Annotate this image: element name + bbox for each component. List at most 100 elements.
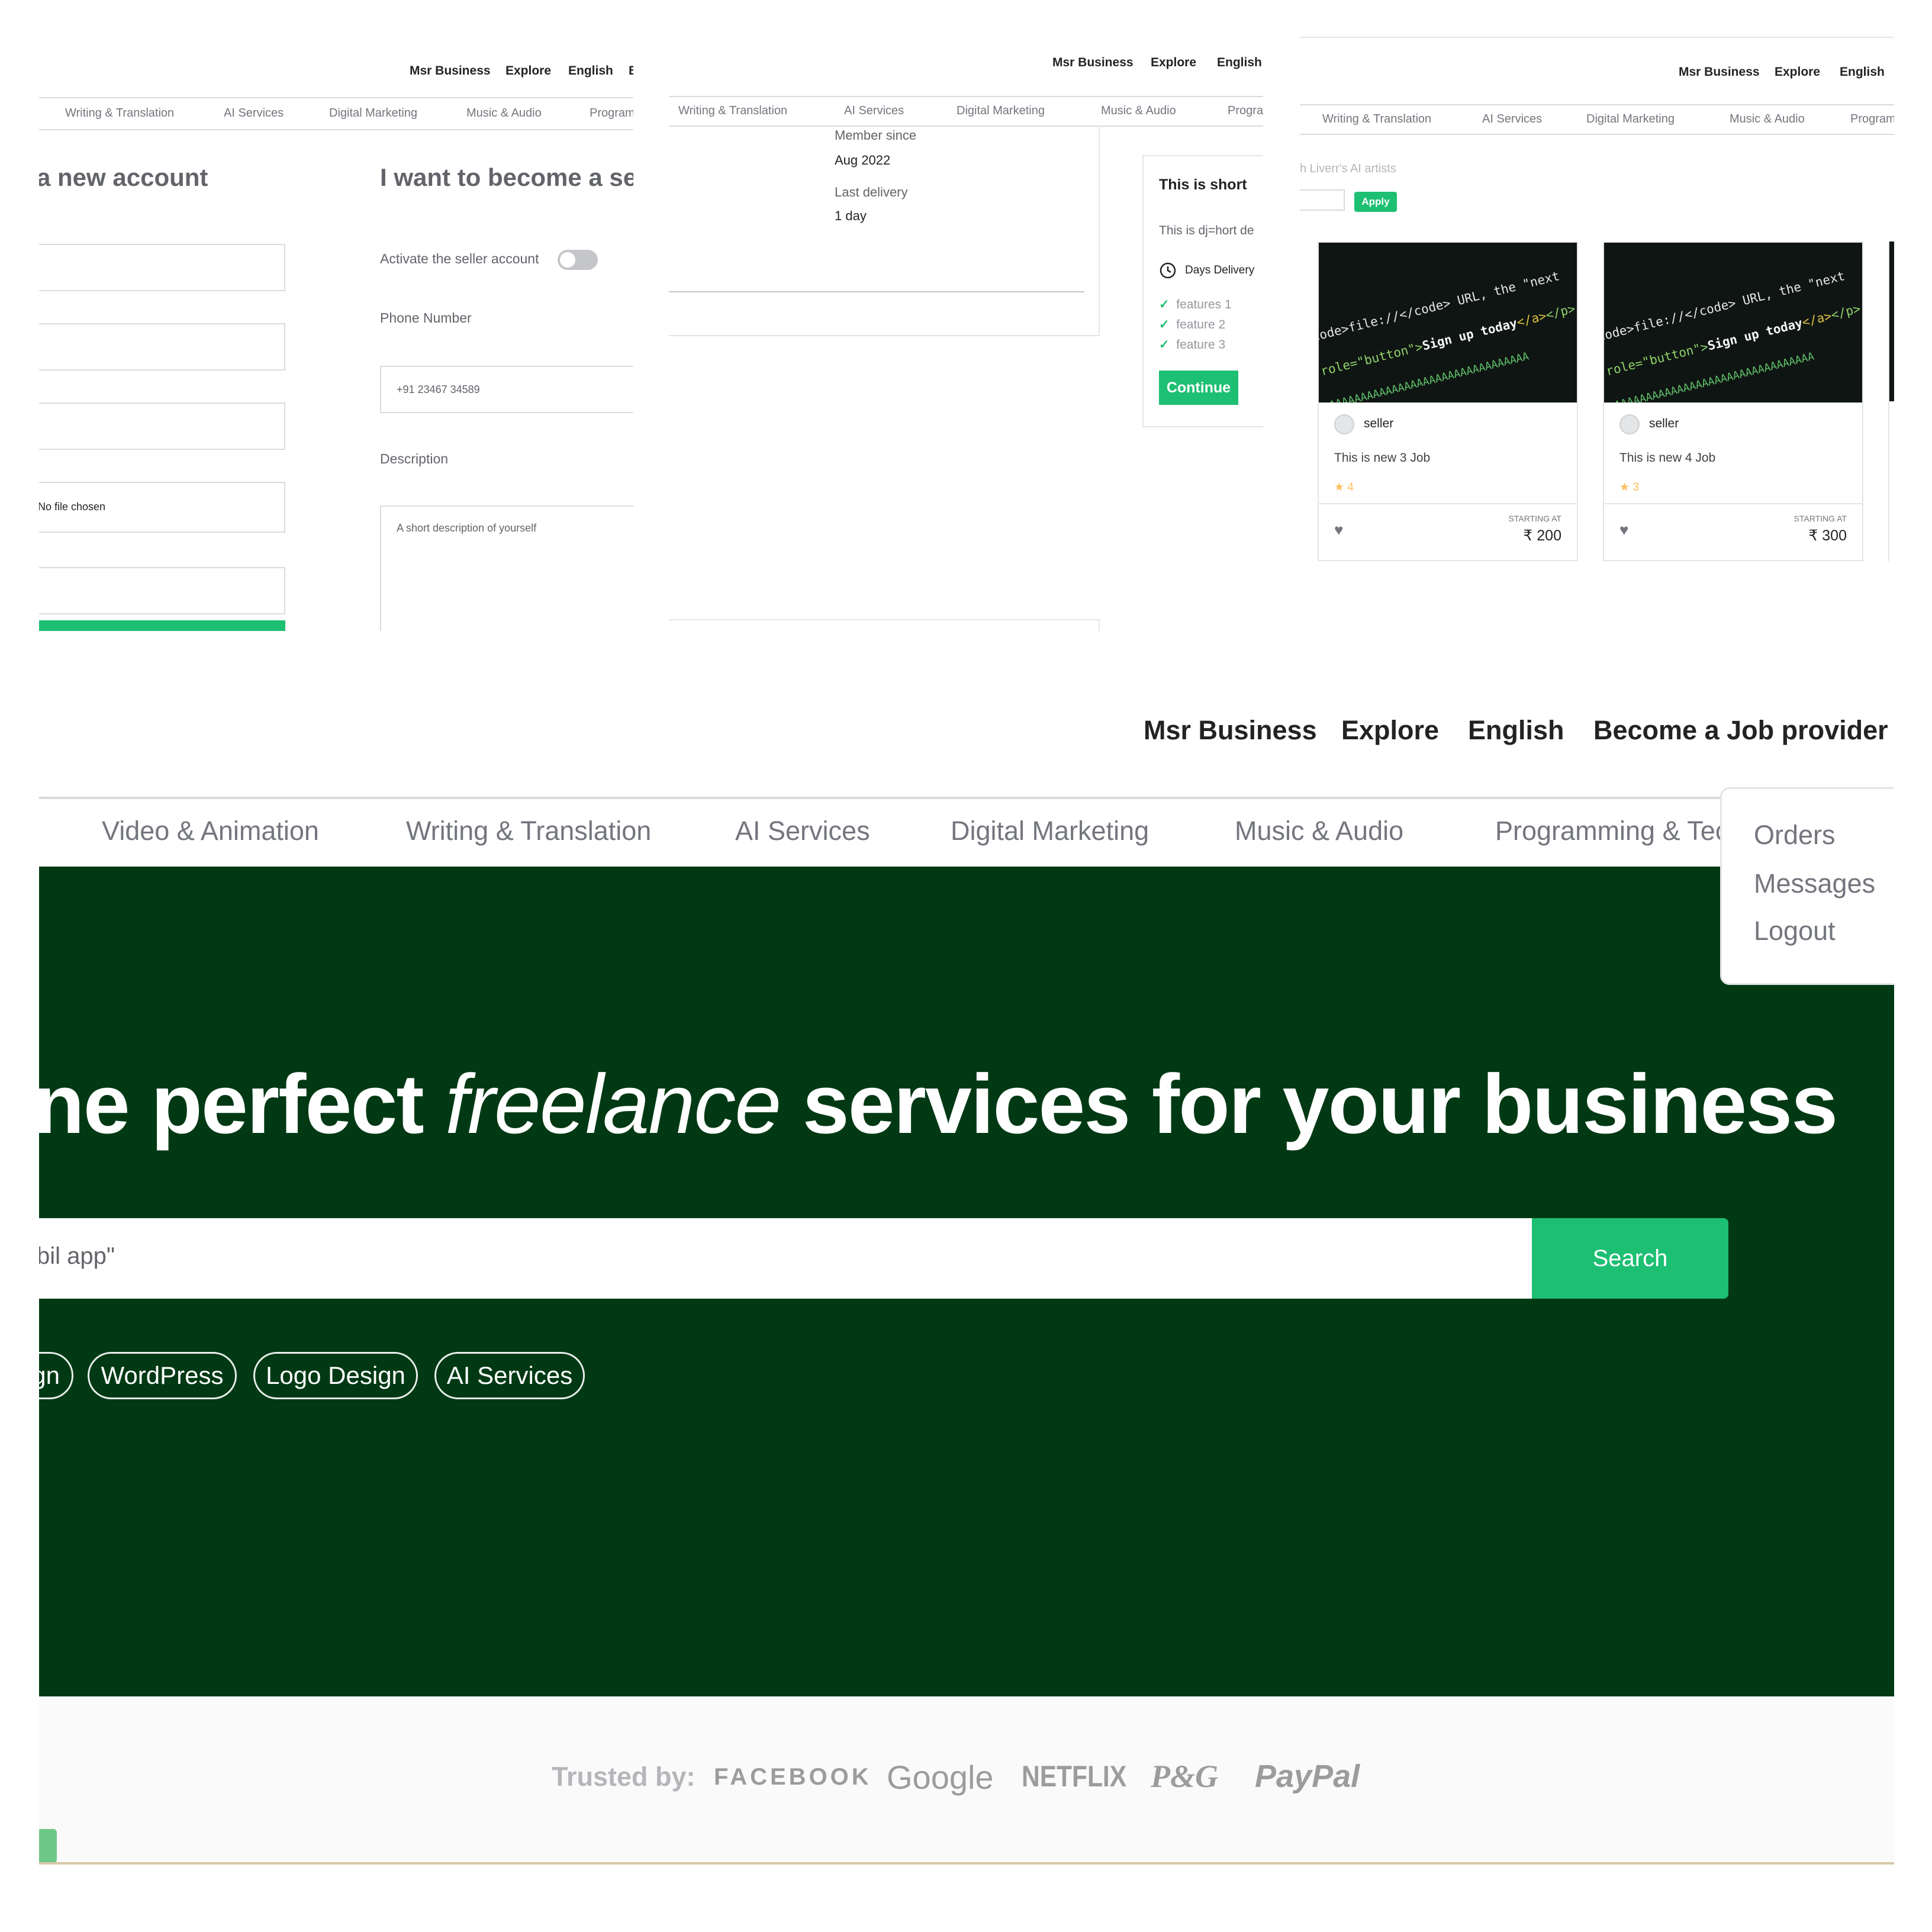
check-icon: ✓ — [1159, 338, 1170, 352]
popular-tag[interactable]: WordPress — [88, 1352, 237, 1399]
nav-language-link[interactable]: English — [1468, 715, 1564, 746]
nav-become-provider-link[interactable]: Become a Job provider — [1593, 715, 1888, 746]
category-bar: Writing & Translation AI Services Digita… — [1300, 104, 1894, 135]
activate-seller-label: Activate the seller account — [380, 251, 539, 266]
nav-become-provider-link[interactable]: B — [629, 64, 633, 78]
hero-section: ne perfect freelance services for your b… — [39, 867, 1894, 1696]
feature-item: ✓ feature 3 — [1159, 338, 1226, 352]
search-input[interactable]: bil app" — [39, 1218, 1532, 1299]
hero-title: ne perfect freelance services for your b… — [39, 1057, 1838, 1151]
reviews-box-top — [669, 619, 1100, 631]
gig-title[interactable]: This is new 3 Job — [1334, 451, 1430, 465]
email-input[interactable] — [39, 323, 285, 371]
nav-business-link[interactable]: Msr Business — [1052, 56, 1134, 70]
username-input[interactable] — [39, 244, 285, 291]
check-icon: ✓ — [1159, 298, 1170, 311]
category-ai[interactable]: AI Services — [1482, 112, 1542, 126]
category-music[interactable]: Music & Audio — [466, 107, 542, 120]
category-ai[interactable]: AI Services — [844, 104, 904, 118]
package-description: This is dj=hort de — [1159, 224, 1254, 237]
budget-input[interactable] — [1300, 189, 1345, 211]
nav-business-link[interactable]: Msr Business — [410, 64, 491, 78]
nav-business-link[interactable]: Msr Business — [1679, 65, 1760, 79]
gig-card-partial[interactable] — [1888, 242, 1894, 561]
package-title: This is short — [1159, 176, 1247, 193]
category-music[interactable]: Music & Audio — [1101, 104, 1176, 118]
stats-divider — [669, 291, 1084, 292]
popular-tag[interactable]: AI Services — [434, 1352, 585, 1399]
gig-card[interactable]: code>file://</code> URL, the "next role=… — [1318, 242, 1578, 561]
phone-value: +91 23467 34589 — [397, 384, 480, 395]
top-divider — [1300, 37, 1894, 38]
menu-item-logout[interactable]: Logout — [1754, 916, 1836, 946]
star-icon: ★ — [1619, 481, 1630, 494]
popular-tag[interactable]: gn — [39, 1352, 73, 1399]
card-divider — [1604, 503, 1862, 504]
category-music[interactable]: Music & Audio — [1730, 112, 1805, 126]
continue-button[interactable]: Continue — [1159, 371, 1238, 405]
nav-explore-link[interactable]: Explore — [1341, 715, 1439, 746]
gig-thumbnail: code>file://</code> URL, the "next role=… — [1319, 243, 1577, 402]
heart-icon[interactable]: ♥ — [1334, 521, 1343, 539]
profile-picture-input[interactable]: No file chosen — [39, 482, 285, 533]
category-programming[interactable]: Programming & Tech — [1850, 112, 1894, 126]
menu-item-orders[interactable]: Orders — [1754, 820, 1836, 851]
category-marketing[interactable]: Digital Marketing — [957, 104, 1045, 118]
category-marketing[interactable]: Digital Marketing — [1586, 112, 1675, 126]
gig-card[interactable]: code>file://</code> URL, the "next role=… — [1603, 242, 1863, 561]
gig-thumbnail — [1889, 242, 1894, 401]
gig-thumbnail: code>file://</code> URL, the "next role=… — [1604, 243, 1862, 402]
register-button[interactable] — [39, 620, 285, 631]
seller-stats-box: Member since Aug 2022 Last delivery 1 da… — [669, 125, 1100, 336]
nav-explore-link[interactable]: Explore — [1151, 56, 1196, 70]
last-delivery-label: Last delivery — [835, 185, 908, 199]
nav-explore-link[interactable]: Explore — [505, 64, 551, 78]
nav-language-link[interactable]: English — [568, 64, 613, 78]
rating: ★ 4 — [1334, 481, 1354, 494]
card-divider — [1319, 503, 1577, 504]
nav-business-link[interactable]: Msr Business — [1144, 715, 1317, 746]
starting-at-label: STARTING AT — [1793, 514, 1847, 523]
category-video[interactable]: Video & Animation — [102, 816, 319, 846]
gig-title[interactable]: This is new 4 Job — [1619, 451, 1715, 465]
description-placeholder: A short description of yourself — [397, 522, 537, 534]
category-marketing[interactable]: Digital Marketing — [951, 816, 1149, 846]
category-writing[interactable]: Writing & Translation — [678, 104, 787, 118]
popular-tag[interactable]: Logo Design — [253, 1352, 418, 1399]
category-writing[interactable]: Writing & Translation — [1322, 112, 1431, 126]
menu-item-messages[interactable]: Messages — [1754, 868, 1875, 899]
nav-explore-link[interactable]: Explore — [1775, 65, 1820, 79]
nav-language-link[interactable]: English — [1840, 65, 1885, 79]
description-textarea[interactable]: A short description of yourself — [380, 505, 633, 631]
country-input[interactable] — [39, 567, 285, 614]
category-programming[interactable]: Programming & Tech — [1495, 816, 1743, 846]
signup-title: a new account — [39, 163, 208, 191]
nav-language-link[interactable]: English — [1217, 56, 1262, 70]
seller-name[interactable]: seller — [1364, 417, 1393, 431]
category-marketing[interactable]: Digital Marketing — [329, 107, 417, 120]
heart-icon[interactable]: ♥ — [1619, 521, 1628, 539]
category-programming[interactable]: Programming & Tech — [1228, 104, 1263, 118]
search-button[interactable]: Search — [1532, 1218, 1728, 1299]
google-logo: Google — [887, 1759, 994, 1796]
password-input[interactable] — [39, 402, 285, 450]
listing-screenshot: Msr Business Explore English Writing & T… — [1300, 37, 1894, 631]
seller-name[interactable]: seller — [1649, 417, 1679, 431]
facebook-logo: FACEBOOK — [714, 1764, 872, 1790]
category-programming[interactable]: Programming & Tech — [590, 107, 633, 120]
starting-at-label: STARTING AT — [1508, 514, 1561, 523]
listing-subtitle: h Liverr's AI artists — [1300, 162, 1396, 175]
category-ai[interactable]: AI Services — [735, 816, 870, 846]
rating: ★ 3 — [1619, 481, 1639, 494]
category-ai[interactable]: AI Services — [224, 107, 284, 120]
last-delivery-value: 1 day — [835, 208, 867, 223]
category-writing[interactable]: Writing & Translation — [406, 816, 651, 846]
category-writing[interactable]: Writing & Translation — [65, 107, 174, 120]
seller-toggle[interactable] — [558, 250, 598, 270]
signup-screenshot: Msr Business Explore English B Writing &… — [39, 39, 633, 631]
phone-input[interactable]: +91 23467 34589 — [380, 366, 633, 413]
apply-button[interactable]: Apply — [1354, 192, 1397, 212]
pg-logo: P&G — [1151, 1759, 1218, 1794]
category-music[interactable]: Music & Audio — [1235, 816, 1403, 846]
join-button-partial[interactable] — [39, 1829, 57, 1863]
